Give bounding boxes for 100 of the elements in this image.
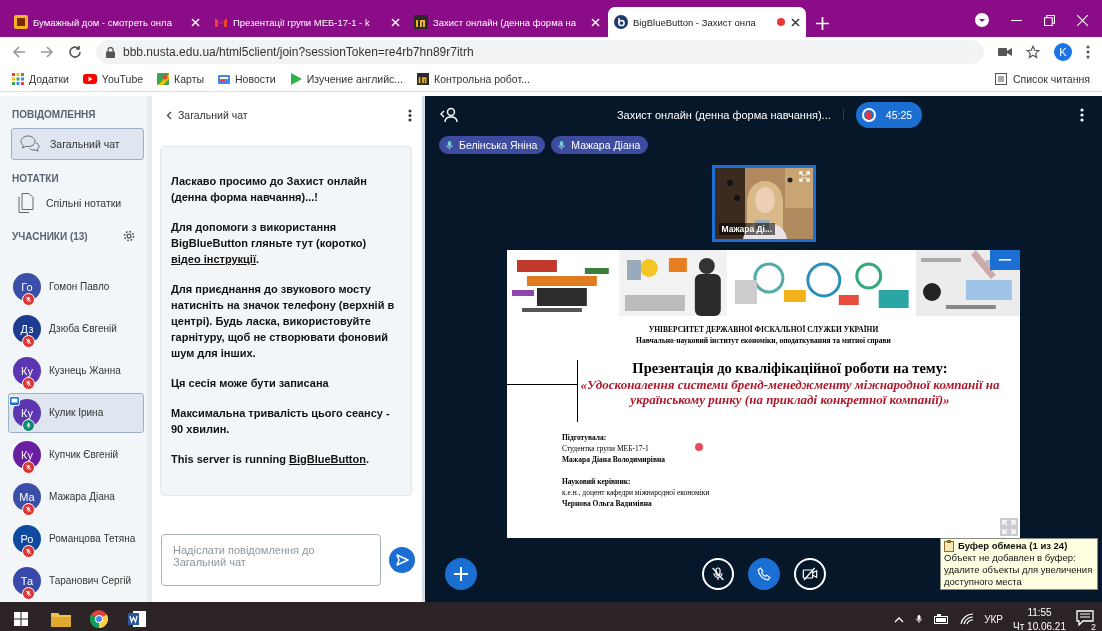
dropdown-icon[interactable] — [975, 13, 989, 27]
chrome-icon[interactable] — [90, 610, 108, 628]
bookmark[interactable]: Додатки — [12, 73, 69, 85]
wifi-icon[interactable] — [960, 613, 975, 625]
in-logo-icon — [414, 15, 428, 29]
phone-button[interactable] — [747, 558, 780, 590]
reload-icon[interactable] — [68, 45, 82, 59]
notifications-icon[interactable] — [1076, 610, 1094, 626]
restore-icon[interactable] — [1044, 14, 1055, 26]
send-icon — [395, 553, 409, 567]
windows-start-icon[interactable] — [14, 612, 28, 626]
participant-name: Романцова Тетяна — [49, 533, 136, 545]
chevron-left-icon — [166, 110, 172, 120]
talking-indicator[interactable]: Мажара Діана — [551, 136, 649, 154]
section-heading: НОТАТКИ — [12, 173, 59, 184]
clipboard-icon — [944, 540, 954, 552]
forward-icon[interactable] — [40, 45, 54, 59]
presenter-icon — [9, 396, 20, 406]
close-icon[interactable] — [791, 17, 800, 27]
pointer-dot — [695, 443, 703, 451]
word-document-icon[interactable] — [128, 610, 146, 628]
chat-message: Ласкаво просимо до Захист онлайн (денна форма навчання)...! — [171, 174, 368, 205]
folder-icon[interactable] — [51, 611, 71, 627]
participant-item[interactable]: Ку Кулик Ірина — [8, 393, 144, 433]
more-icon[interactable] — [408, 108, 412, 122]
minimize-icon — [999, 259, 1011, 261]
participant-item[interactable]: Ма Мажара Діана — [8, 477, 144, 517]
tooltip-title: Буфер обмена (1 из 24) — [958, 540, 1068, 552]
camera-off-icon — [801, 566, 818, 582]
browser-tab[interactable]: Захист онлайн (денна форма на — [408, 7, 606, 37]
language-indicator[interactable]: УКР — [984, 613, 1004, 625]
chat-item[interactable]: Загальний чат — [11, 127, 144, 160]
news-icon — [218, 73, 231, 85]
more-icon[interactable] — [1080, 108, 1084, 122]
youtube-icon — [82, 74, 97, 84]
bbb-logo-icon — [614, 15, 628, 29]
chat-back-link[interactable]: Загальний чат — [166, 109, 248, 121]
section-heading: УЧАСНИКИ (13) — [12, 230, 88, 242]
battery-icon[interactable] — [934, 614, 951, 624]
participant-item[interactable]: Ро Романцова Тетяна — [8, 519, 144, 559]
participant-item[interactable]: Та Таранович Сергій — [8, 561, 144, 601]
bookmark[interactable]: Карты — [157, 73, 205, 85]
chat-link[interactable]: BigBlueButton — [289, 453, 366, 465]
user-list-icon[interactable] — [439, 107, 459, 123]
participant-name: Гомон Павло — [49, 281, 110, 293]
bookmark[interactable]: YouTube — [82, 73, 144, 85]
muted-mic-icon — [709, 566, 726, 582]
actions-button[interactable] — [445, 558, 477, 590]
participant-name: Мажара Діана — [49, 491, 115, 503]
camera-off-icon[interactable] — [998, 46, 1012, 58]
star-icon[interactable] — [1026, 45, 1040, 59]
participant-name: Кулик Ірина — [49, 407, 104, 419]
chevron-up-icon[interactable] — [894, 615, 905, 623]
participant-name: Купчик Євгеній — [49, 449, 118, 461]
notes-item[interactable]: Спільні нотатки — [0, 187, 147, 220]
clock-time[interactable]: 11:55 — [1027, 606, 1052, 618]
book-icon — [14, 15, 28, 29]
phone-icon — [756, 567, 771, 581]
menu-icon[interactable] — [1086, 45, 1090, 59]
minimize-button[interactable] — [990, 250, 1020, 270]
chat-message: Максимальна тривалість цього сеансу - 90 хвилин. — [171, 406, 391, 437]
record-icon — [865, 111, 873, 119]
participant-item[interactable]: Ку Купчик Євгеній — [8, 435, 144, 475]
bookmark[interactable]: Контрольна робот... — [417, 73, 530, 85]
participant-item[interactable]: Ку Кузнець Жанна — [8, 351, 144, 391]
tooltip-text: Объект не добавлен в буфер: удалите объекты для увеличения доступного места — [944, 552, 1094, 588]
clock-date[interactable]: Чт 10.06.21 — [1013, 620, 1066, 631]
apps-grid-icon — [12, 73, 24, 85]
participant-name: Таранович Сергій — [49, 575, 132, 587]
chat-message: This server is running BigBlueButton. — [171, 452, 371, 467]
message-input[interactable]: Надіслати повідомлення до Загальний чат — [161, 534, 381, 586]
participant-item[interactable]: Дз Дзюба Євгеній — [8, 309, 144, 349]
address-bar[interactable]: bbb.nusta.edu.ua/html5client/join?sessionToken=re4rb7hn89r7itrh — [96, 40, 984, 64]
browser-tab[interactable]: BigBlueButton - Захист онла — [608, 7, 806, 37]
browser-tab[interactable]: Презентації групи МЕБ-17-1 - k — [208, 7, 406, 37]
microphone-icon[interactable] — [914, 612, 925, 626]
reading-list-link[interactable]: Список читання — [1013, 73, 1090, 85]
bookmark[interactable]: Изучение английс... — [289, 73, 403, 85]
browser-tab[interactable]: Бумажный дом - смотреть онла — [8, 7, 206, 37]
plus-icon — [453, 566, 469, 582]
video-tile[interactable]: Мажара Ді... — [711, 165, 816, 242]
participant-item[interactable]: Го Гомон Павло — [8, 267, 144, 307]
chat-link[interactable]: відео інструкції — [171, 253, 256, 265]
microphone-button[interactable] — [701, 558, 734, 590]
send-button[interactable] — [389, 547, 415, 573]
reading-list-icon — [995, 73, 1007, 85]
video-name-label: Мажара Ді... — [718, 223, 776, 235]
meeting-title: Захист онлайн (денна форма навчання)... — [616, 109, 844, 121]
camera-button[interactable] — [793, 558, 826, 590]
documents-icon — [18, 193, 34, 214]
chat-bubbles-icon — [20, 134, 40, 153]
profile-avatar[interactable]: K — [1054, 43, 1072, 61]
back-icon[interactable] — [12, 45, 26, 59]
new-tab-icon[interactable] — [816, 17, 829, 30]
chat-message: Ця сесія може бути записана — [171, 376, 330, 391]
mail-icon — [214, 15, 228, 29]
talking-indicator[interactable]: Белінська Яніна — [439, 136, 546, 154]
recording-button[interactable]: 45:25 — [855, 102, 923, 128]
bookmark[interactable]: Новости — [218, 73, 276, 85]
settings-icon[interactable] — [123, 230, 135, 243]
